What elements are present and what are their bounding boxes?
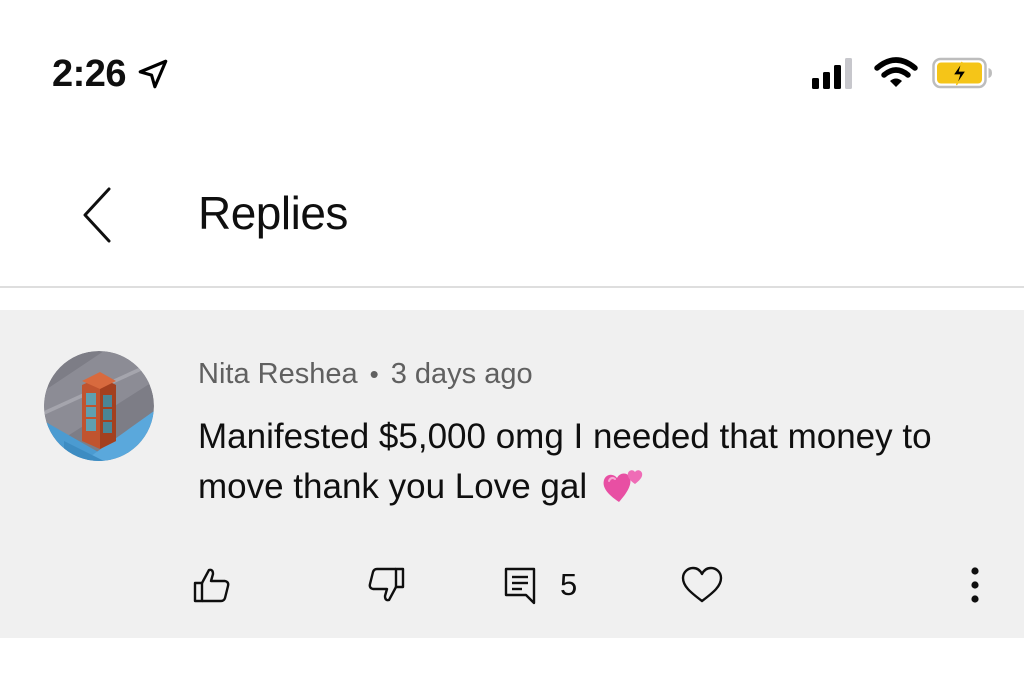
header: Replies	[0, 140, 1024, 288]
page-title: Replies	[198, 187, 348, 239]
reply-button[interactable]: 5	[502, 558, 577, 612]
meta-separator: •	[369, 359, 379, 389]
comment-time: 3 days ago	[390, 358, 533, 390]
reply-comment-icon	[504, 567, 536, 605]
status-bar: 2:26	[0, 0, 1024, 130]
screen: 2:26 Replies Nita Reshea • 3 days ago Ma…	[0, 0, 1024, 674]
battery-charging-icon	[932, 57, 992, 89]
chevron-left-icon	[83, 187, 111, 243]
thumbs-down-icon	[368, 567, 405, 602]
location-arrow-icon	[138, 59, 168, 89]
status-icons	[812, 56, 994, 90]
reply-count: 5	[560, 567, 578, 602]
thumbs-up-icon	[193, 568, 230, 603]
more-options-button[interactable]	[958, 558, 992, 612]
cellular-signal-icon	[812, 57, 852, 89]
comment-card: Nita Reshea • 3 days ago Manifested $5,0…	[0, 310, 1024, 638]
time-group: 2:26	[52, 52, 170, 96]
heart-icon	[681, 566, 723, 603]
comment-text: Manifested $5,000 omg I needed that mone…	[198, 417, 932, 506]
heart-button[interactable]	[680, 558, 724, 612]
dislike-button[interactable]	[366, 558, 406, 612]
comment-meta: Nita Reshea • 3 days ago	[198, 358, 533, 391]
two-hearts-emoji	[603, 470, 643, 502]
avatar[interactable]	[44, 351, 154, 461]
more-vertical-icon	[971, 567, 979, 603]
author-name[interactable]: Nita Reshea	[198, 358, 358, 391]
back-button[interactable]	[62, 180, 132, 250]
like-button[interactable]	[192, 558, 232, 612]
comment-actions: 5	[0, 550, 1024, 620]
wifi-icon	[874, 57, 918, 87]
status-time: 2:26	[52, 53, 127, 95]
comment-body: Manifested $5,000 omg I needed that mone…	[198, 412, 958, 512]
